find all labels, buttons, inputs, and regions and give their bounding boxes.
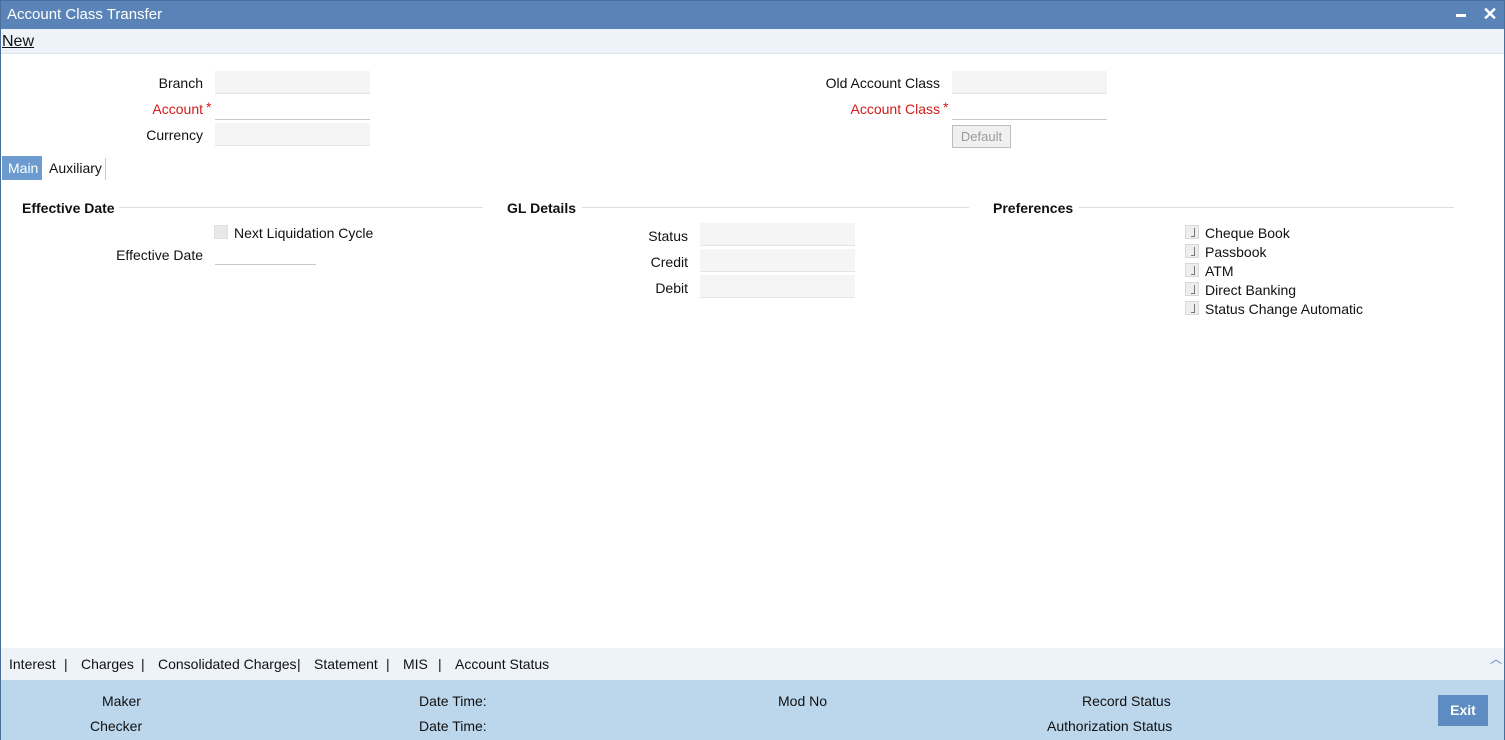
direct-banking-label: Direct Banking — [1205, 282, 1297, 298]
next-liquidation-cycle-label: Next Liquidation Cycle — [234, 225, 374, 241]
new-link[interactable]: New — [2, 33, 34, 51]
gl-details-section-title: GL Details — [507, 200, 576, 216]
menu-bar: New — [1, 29, 1504, 54]
sub-navigation-bar: Interest | Charges | Consolidated Charge… — [1, 648, 1504, 680]
tab-auxiliary[interactable]: Auxiliary — [43, 156, 108, 180]
nav-separator: | — [386, 656, 390, 672]
tab-divider — [105, 158, 106, 180]
direct-banking-checkbox[interactable] — [1185, 282, 1199, 296]
account-status-link[interactable]: Account Status — [455, 656, 549, 672]
branch-field[interactable] — [215, 71, 370, 94]
cheque-book-checkbox[interactable] — [1185, 225, 1199, 239]
currency-field[interactable] — [215, 123, 370, 146]
section-divider — [1079, 207, 1454, 208]
section-divider — [119, 207, 483, 208]
consolidated-charges-link[interactable]: Consolidated Charges — [158, 656, 297, 672]
close-icon[interactable]: ✕ — [1481, 5, 1499, 23]
title-bar: Account Class Transfer ✕ — [1, 1, 1504, 29]
interest-link[interactable]: Interest — [9, 656, 56, 672]
gl-credit-label: Credit — [650, 254, 688, 270]
checker-label: Checker — [90, 718, 143, 734]
gl-debit-field[interactable] — [700, 275, 855, 298]
checker-date-time-label: Date Time: — [419, 718, 487, 734]
atm-checkbox[interactable] — [1185, 263, 1199, 277]
audit-footer: Maker Checker Date Time: Date Time: Mod … — [1, 680, 1504, 740]
maker-label: Maker — [102, 693, 141, 709]
account-class-field[interactable] — [952, 97, 1107, 120]
gl-debit-label: Debit — [655, 280, 688, 296]
gl-status-field[interactable] — [700, 223, 855, 246]
status-change-automatic-label: Status Change Automatic — [1205, 301, 1363, 317]
mis-link[interactable]: MIS — [403, 656, 428, 672]
nav-separator: | — [438, 656, 442, 672]
atm-label: ATM — [1205, 263, 1234, 279]
next-liquidation-cycle-checkbox[interactable] — [214, 225, 228, 239]
status-change-automatic-checkbox[interactable] — [1185, 301, 1199, 315]
minimize-icon[interactable] — [1452, 5, 1470, 23]
authorization-status-label: Authorization Status — [1047, 718, 1173, 734]
account-label: Account — [152, 101, 203, 117]
preferences-section-title: Preferences — [993, 200, 1074, 216]
account-required-mark: * — [206, 99, 212, 115]
account-class-transfer-window: Account Class Transfer ✕ New Branch Acco… — [0, 0, 1505, 740]
charges-link[interactable]: Charges — [81, 656, 134, 672]
collapse-up-icon[interactable]: ︿ — [1490, 650, 1502, 667]
nav-separator: | — [297, 656, 301, 672]
section-divider — [582, 207, 969, 208]
record-status-label: Record Status — [1082, 693, 1171, 709]
account-class-label: Account Class — [850, 101, 940, 117]
maker-date-time-label: Date Time: — [419, 693, 487, 709]
window-title: Account Class Transfer — [7, 6, 163, 23]
currency-label: Currency — [146, 127, 203, 143]
effective-date-label: Effective Date — [116, 247, 203, 263]
old-account-class-label: Old Account Class — [825, 75, 940, 91]
account-field[interactable] — [215, 97, 370, 120]
cheque-book-label: Cheque Book — [1205, 225, 1290, 241]
nav-separator: | — [64, 656, 68, 672]
gl-credit-field[interactable] — [700, 249, 855, 272]
tab-main[interactable]: Main — [2, 156, 42, 180]
gl-status-label: Status — [648, 228, 688, 244]
passbook-label: Passbook — [1205, 244, 1267, 260]
statement-link[interactable]: Statement — [314, 656, 378, 672]
branch-label: Branch — [158, 75, 203, 91]
effective-date-section-title: Effective Date — [22, 200, 115, 216]
old-account-class-field[interactable] — [952, 71, 1107, 94]
default-button[interactable]: Default — [952, 125, 1011, 148]
account-class-required-mark: * — [943, 99, 949, 115]
effective-date-field[interactable] — [215, 242, 316, 265]
mod-no-label: Mod No — [778, 693, 828, 709]
exit-button[interactable]: Exit — [1438, 695, 1488, 726]
nav-separator: | — [141, 656, 145, 672]
passbook-checkbox[interactable] — [1185, 244, 1199, 258]
